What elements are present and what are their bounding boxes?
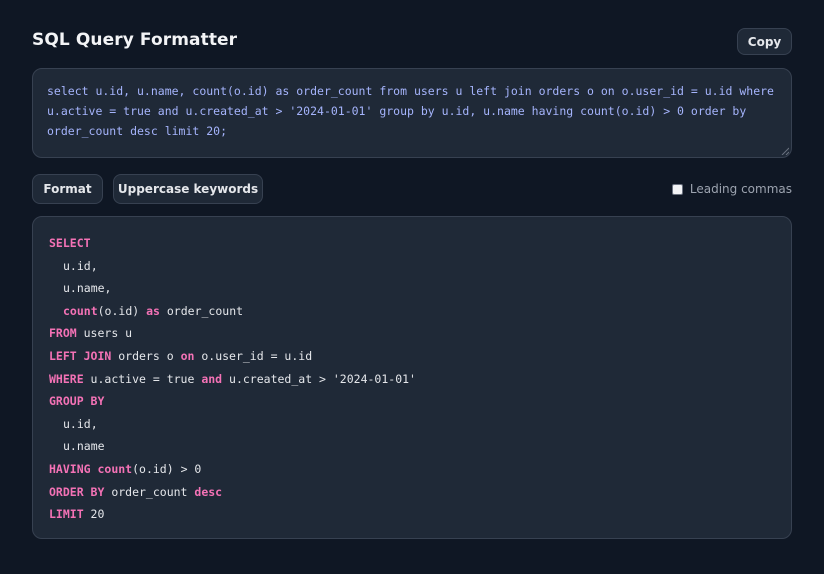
code-line: u.id, [49, 255, 775, 278]
sql-input-line: order_count desc limit 20; [47, 124, 228, 138]
sql-text: (o.id) [97, 303, 147, 318]
sql-text: (o.id) > 0 [132, 461, 202, 476]
sql-text: u.active = true [83, 371, 202, 386]
code-line: ORDER BY order_count desc [49, 481, 775, 504]
code-line: HAVING count(o.id) > 0 [49, 458, 775, 481]
sql-keyword: WHERE [49, 371, 84, 386]
sql-keyword: count [97, 461, 133, 476]
format-button[interactable]: Format [32, 174, 103, 204]
resize-handle-icon[interactable] [781, 147, 789, 155]
sql-keyword: desc [194, 484, 223, 499]
code-line: count(o.id) as order_count [49, 300, 775, 323]
code-line: SELECT [49, 232, 775, 255]
code-line: GROUP BY [49, 390, 775, 413]
sql-text: order_count [104, 484, 195, 499]
leading-commas-label: Leading commas [689, 182, 792, 196]
sql-text: u.id, [63, 258, 98, 273]
sql-text: u.created_at > '2024-01-01' [222, 371, 416, 386]
code-line: u.name, [49, 277, 775, 300]
sql-keyword: LIMIT [49, 507, 84, 522]
sql-text: u.id, [63, 416, 98, 431]
leading-commas-option[interactable]: Leading commas [671, 182, 792, 196]
sql-keyword: as [146, 303, 160, 318]
sql-keyword: ORDER BY [49, 484, 105, 499]
sql-text: order_count [159, 303, 244, 318]
sql-text: 20 [83, 507, 105, 522]
sql-keyword: GROUP BY [49, 394, 105, 409]
sql-text: u.name, [63, 281, 112, 296]
sql-keyword: FROM [49, 326, 77, 341]
sql-input-line: u.active = true and u.created_at > '2024… [47, 104, 747, 118]
app-header: SQL Query Formatter Copy [32, 28, 792, 56]
sql-input-line: select u.id, u.name, count(o.id) as orde… [47, 84, 774, 98]
code-line: LIMIT 20 [49, 503, 775, 526]
formatted-code: SELECT u.id, u.name, count(o.id) as order_c… [49, 232, 775, 526]
sql-input-textarea[interactable]: select u.id, u.name, count(o.id) as orde… [32, 68, 792, 158]
page-title: SQL Query Formatter [32, 30, 238, 50]
sql-text: orders o [111, 348, 181, 363]
uppercase-keywords-button[interactable]: Uppercase keywords [113, 174, 263, 204]
toolbar: Format Uppercase keywords Leading commas [32, 174, 792, 204]
sql-keyword: and [201, 371, 223, 386]
sql-keyword: SELECT [49, 236, 91, 250]
sql-keyword: count [63, 303, 98, 318]
sql-keyword: HAVING [49, 461, 91, 476]
copy-button[interactable]: Copy [737, 28, 792, 55]
sql-text: users u [76, 326, 133, 341]
sql-input-lines: select u.id, u.name, count(o.id) as orde… [47, 81, 777, 141]
leading-commas-checkbox[interactable] [671, 183, 683, 195]
sql-text: o.user_id = u.id [194, 348, 313, 363]
sql-text: u.name [63, 439, 105, 454]
code-line: u.name [49, 435, 775, 458]
code-line: u.id, [49, 413, 775, 436]
sql-keyword: on [180, 348, 195, 363]
code-line: FROM users u [49, 322, 775, 345]
formatted-output: SELECT u.id, u.name, count(o.id) as order_c… [32, 216, 792, 539]
code-line: LEFT JOIN orders o on o.user_id = u.id [49, 345, 775, 368]
code-line: WHERE u.active = true and u.created_at >… [49, 368, 775, 391]
sql-keyword: LEFT JOIN [49, 348, 112, 363]
